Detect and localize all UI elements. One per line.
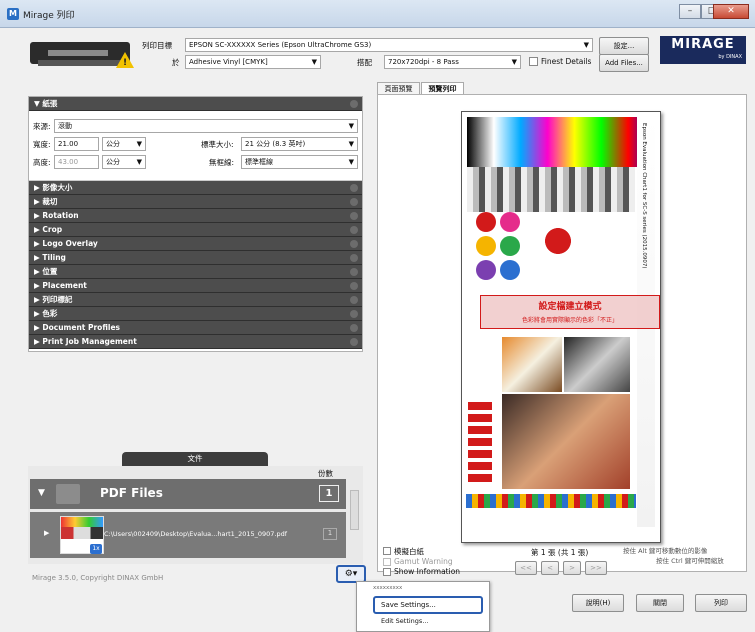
title-bar: M Mirage 列印 – □ ✕: [0, 0, 755, 28]
std-size-select[interactable]: 21 公分 (8.3 英吋) ▼: [241, 137, 358, 151]
section-header[interactable]: ▶ Document Profiles: [29, 321, 362, 335]
collapse-icon[interactable]: ▼: [38, 488, 45, 498]
finest-details-checkbox[interactable]: [529, 57, 538, 66]
doc-scrollbar[interactable]: [350, 490, 359, 530]
section-header[interactable]: ▶ Print Job Management: [29, 335, 362, 349]
folder-icon: [56, 484, 80, 504]
red-curls: [468, 402, 492, 482]
simulate-paper-checkbox[interactable]: [383, 547, 391, 555]
copies-label: 份數: [318, 469, 333, 478]
prev-page-button[interactable]: <: [541, 561, 559, 575]
simulate-paper-label: 模擬白紙: [394, 547, 424, 556]
preview-panel: Epson Evaluation Chart1 for SC-S series …: [377, 94, 747, 576]
alt-hint: 按住 Alt 鍵可移動數位的影像: [623, 547, 708, 555]
tiger-photo: [502, 337, 562, 392]
height-input[interactable]: 43.00: [54, 155, 99, 169]
section-paper-header[interactable]: ▼ 紙張: [29, 97, 362, 111]
red-swatch: [476, 212, 496, 232]
section-header[interactable]: ▶ 列印標記: [29, 293, 362, 307]
quality-select[interactable]: 720x720dpi - 8 Pass ▼: [384, 55, 521, 69]
finest-details-label: Finest Details: [541, 57, 592, 66]
folder-title: PDF Files: [100, 486, 163, 500]
settings-panel: ▼ 紙張 來源: 滾動 ▼ 寬度: 21.00 公分 ▼ 高度: 43.00 公分 ▼…: [28, 96, 363, 352]
printer-settings-button[interactable]: 設定...: [599, 37, 649, 55]
save-settings-menu-item[interactable]: Save Settings...: [373, 596, 483, 614]
file-copies[interactable]: 1: [323, 528, 337, 540]
bw-photo: [564, 337, 630, 392]
portrait-photo: [502, 394, 630, 489]
help-button[interactable]: 說明(H): [572, 594, 624, 612]
add-files-button[interactable]: Add Files...: [599, 54, 649, 72]
height-label: 高度:: [33, 158, 51, 167]
print-button[interactable]: 列印: [695, 594, 747, 612]
section-header[interactable]: ▶ Placement: [29, 279, 362, 293]
width-label: 寬度:: [33, 140, 51, 149]
first-page-button[interactable]: <<: [515, 561, 537, 575]
show-information-checkbox[interactable]: [383, 568, 391, 576]
std-size-label: 標準大小:: [201, 140, 234, 149]
purple-swatch: [476, 260, 496, 280]
section-header[interactable]: ▶ Tiling: [29, 251, 362, 265]
last-page-button[interactable]: >>: [585, 561, 607, 575]
gear-context-menu: xxxxxxxxx Save Settings... Edit Settings…: [356, 581, 490, 632]
height-unit-select[interactable]: 公分 ▼: [102, 155, 146, 169]
section-header[interactable]: ▶ Rotation: [29, 209, 362, 223]
red-pattern: [538, 216, 578, 266]
green-swatch: [500, 236, 520, 256]
source-label: 來源:: [33, 122, 51, 131]
printer-image: [30, 42, 130, 66]
ctrl-hint: 按住 Ctrl 鍵可伸開縮放: [656, 557, 724, 565]
documents-area: 份數 ▼ PDF Files 1 ▶ 1x C:\Users\002409\De…: [28, 466, 363, 564]
collapsed-sections: ▶ 影像大小 ▶ 裁切 ▶ Rotation ▶ Crop ▶ Logo Ove…: [29, 181, 362, 349]
color-bars: [467, 117, 655, 167]
section-header[interactable]: ▶ 位置: [29, 265, 362, 279]
file-path: C:\Users\002409\Desktop\Evalua...hart1_2…: [104, 530, 288, 538]
gamut-warning-label: Gamut Warning: [394, 557, 453, 566]
documents-tab[interactable]: 文件: [122, 452, 268, 466]
next-page-button[interactable]: >: [563, 561, 581, 575]
chart-title: Epson Evaluation Chart1 for SC-S series …: [641, 123, 647, 269]
window-title: Mirage 列印: [23, 11, 75, 21]
media-select[interactable]: Adhesive Vinyl [CMYK] ▼: [185, 55, 321, 69]
menu-item-top[interactable]: xxxxxxxxx: [357, 582, 489, 594]
color-patches: [466, 494, 636, 508]
close-window-button[interactable]: ✕: [713, 4, 749, 19]
magenta-swatch: [500, 212, 520, 232]
app-icon: M: [7, 8, 19, 20]
section-header[interactable]: ▶ 裁切: [29, 195, 362, 209]
folder-row[interactable]: ▼ PDF Files 1: [30, 479, 346, 509]
gray-ramp: [467, 167, 635, 212]
width-input[interactable]: 21.00: [54, 137, 99, 151]
folder-copies[interactable]: 1: [319, 485, 339, 502]
border-label: 無框線:: [209, 158, 235, 167]
page-info: 第 1 張 (共 1 張): [531, 548, 589, 557]
quality-label: 搭配: [357, 58, 372, 67]
print-target-select[interactable]: EPSON SC-XXXXXX Series (Epson UltraChrom…: [185, 38, 593, 52]
gamut-warning-checkbox[interactable]: [383, 558, 391, 566]
expand-icon[interactable]: ▶: [44, 529, 49, 537]
section-header[interactable]: ▶ 色彩: [29, 307, 362, 321]
show-information-label: Show Information: [394, 567, 461, 576]
file-badge: 1x: [90, 544, 102, 554]
edit-settings-menu-item[interactable]: Edit Settings...: [357, 614, 489, 625]
yellow-swatch: [476, 236, 496, 256]
media-label: 於: [172, 58, 180, 67]
section-header[interactable]: ▶ Logo Overlay: [29, 237, 362, 251]
file-row[interactable]: ▶ 1x C:\Users\002409\Desktop\Evalua...ha…: [30, 512, 346, 558]
section-header[interactable]: ▶ 影像大小: [29, 181, 362, 195]
copyright-text: Mirage 3.5.0, Copyright DINAX GmbH: [32, 574, 164, 582]
preview-page: Epson Evaluation Chart1 for SC-S series …: [461, 111, 661, 543]
blue-swatch: [500, 260, 520, 280]
close-button[interactable]: 關閉: [636, 594, 684, 612]
print-target-label: 列印目標: [142, 41, 172, 50]
minimize-button[interactable]: –: [679, 4, 701, 19]
paper-section: 來源: 滾動 ▼ 寬度: 21.00 公分 ▼ 高度: 43.00 公分 ▼ 標準大小…: [29, 111, 362, 181]
source-select[interactable]: 滾動 ▼: [54, 119, 358, 133]
mirage-logo: MIRAGE by DINAX: [660, 36, 746, 64]
width-unit-select[interactable]: 公分 ▼: [102, 137, 146, 151]
profile-mode-banner: 設定檔建立模式 色彩將會用實際顯示的色彩「不正」: [480, 295, 660, 329]
section-header[interactable]: ▶ Crop: [29, 223, 362, 237]
border-select[interactable]: 標準框線 ▼: [241, 155, 358, 169]
